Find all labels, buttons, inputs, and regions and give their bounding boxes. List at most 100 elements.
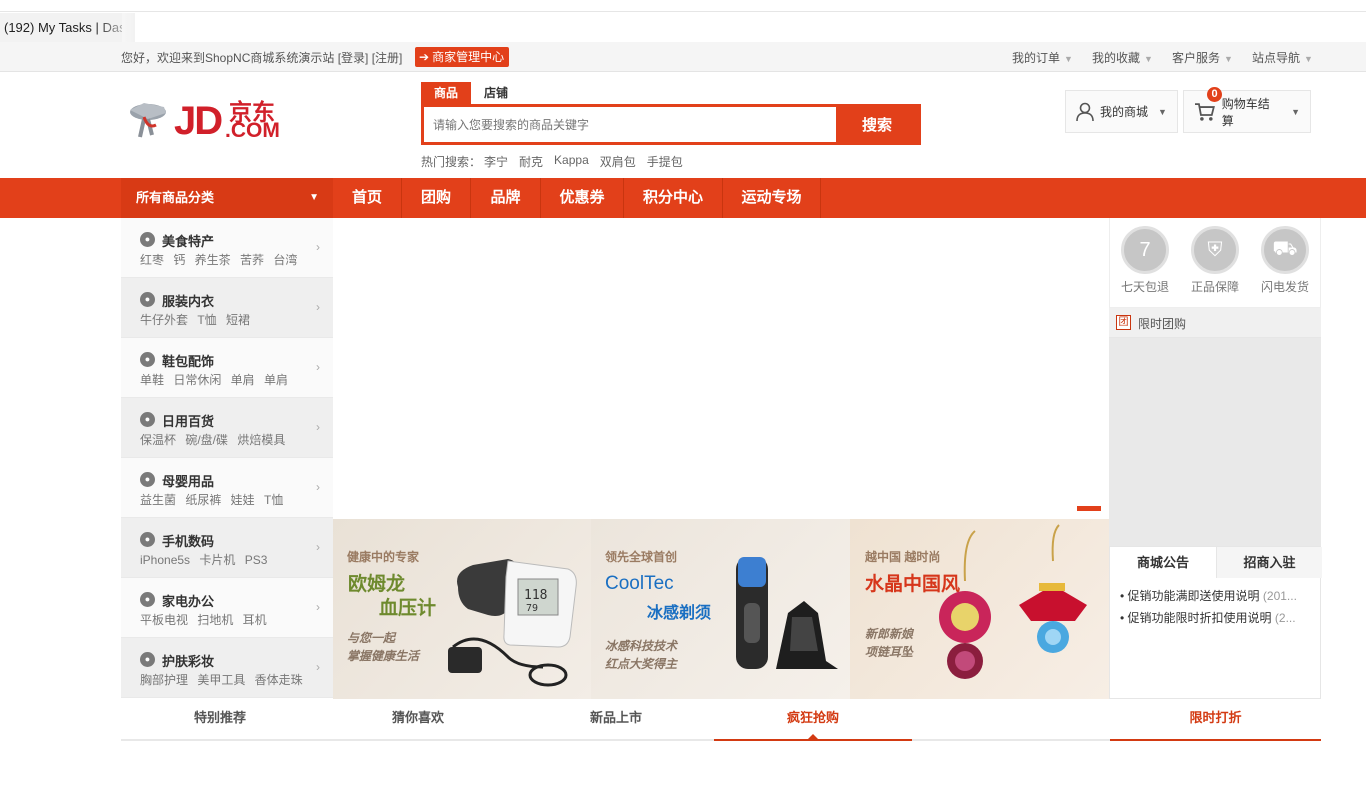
dog-mascot-icon: [130, 103, 166, 138]
promo-cooltec[interactable]: 领先全球首创 CoolTec 冰感剃须 冰感科技技术 红点大奖得主: [591, 519, 850, 699]
category-item-bags[interactable]: ● 鞋包配饰 单鞋 日常休闲 单肩 单肩 ›: [121, 338, 333, 398]
truck-icon: ⛟: [1261, 226, 1309, 274]
hot-keyword[interactable]: 手提包: [647, 153, 683, 170]
browser-tab-fade: [95, 13, 135, 42]
search-tab-shops[interactable]: 店铺: [471, 82, 521, 104]
category-subs[interactable]: iPhone5s 卡片机 PS3: [140, 551, 267, 568]
jd-logo[interactable]: JD 京东 .COM: [126, 95, 296, 145]
service-label: 正品保障: [1190, 280, 1239, 294]
category-subs[interactable]: 红枣 钙 养生茶 苦荞 台湾: [140, 251, 297, 268]
cart-button[interactable]: 购物车结算 ▼: [1183, 90, 1311, 133]
tab-featured[interactable]: 特别推荐: [121, 698, 319, 739]
hot-keyword[interactable]: 李宁: [484, 153, 508, 170]
banner-indicator[interactable]: [1077, 506, 1101, 511]
promo-product: 血压计: [379, 598, 437, 619]
chevron-right-icon: ›: [316, 540, 320, 554]
chevron-right-icon: ›: [316, 360, 320, 374]
category-item-food[interactable]: ● 美食特产 红枣 钙 养生茶 苦荞 台湾 ›: [121, 218, 333, 278]
category-item-cosmetics[interactable]: ● 护肤彩妆 胸部护理 美甲工具 香体走珠 ›: [121, 638, 333, 698]
phone-icon: ●: [140, 532, 155, 547]
svg-text:118: 118: [524, 588, 547, 603]
promo-omron[interactable]: 健康中的专家 欧姆龙 血压计 与您一起 掌握健康生活 118 79: [333, 519, 591, 699]
nav-item-brand[interactable]: 品牌: [471, 178, 541, 218]
my-mall-button[interactable]: 我的商城 ▼: [1065, 90, 1178, 133]
chevron-right-icon: ›: [316, 600, 320, 614]
chevron-down-icon: ▼: [1224, 54, 1233, 64]
chevron-down-icon: ▼: [309, 192, 319, 203]
service-seven-day-return[interactable]: 7 七天包退: [1115, 226, 1175, 295]
category-subs[interactable]: 益生菌 纸尿裤 娃娃 T恤: [140, 491, 283, 508]
category-item-appliances[interactable]: ● 家电办公 平板电视 扫地机 耳机 ›: [121, 578, 333, 638]
category-item-clothes[interactable]: ● 服装内衣 牛仔外套 T恤 短裙 ›: [121, 278, 333, 338]
tab-mall-notice[interactable]: 商城公告: [1110, 547, 1216, 578]
blood-pressure-monitor-image: 118 79: [448, 559, 577, 687]
notice-item[interactable]: • 促销功能满即送使用说明 (201...: [1110, 587, 1320, 609]
login-arrow-icon: ➔: [419, 50, 430, 64]
category-item-daily[interactable]: ● 日用百货 保温杯 碗/盘/碟 烘焙模具 ›: [121, 398, 333, 458]
appliance-icon: ●: [140, 592, 155, 607]
nav-item-points[interactable]: 积分中心: [624, 178, 723, 218]
tab-limited-discount[interactable]: 限时打折: [1110, 698, 1321, 741]
site-nav-link[interactable]: 站点导航 ▼: [1252, 49, 1313, 66]
service-fast-delivery[interactable]: ⛟ 闪电发货: [1255, 226, 1315, 295]
nav-item-home[interactable]: 首页: [333, 178, 402, 218]
notice-item[interactable]: • 促销功能限时折扣使用说明 (2...: [1110, 609, 1320, 631]
category-subs[interactable]: 保温杯 碗/盘/碟 烘焙模具: [140, 431, 285, 448]
group-buy-panel: [1109, 338, 1321, 546]
service-authentic[interactable]: ⛨ 正品保障: [1185, 226, 1245, 295]
nav-item-sports[interactable]: 运动专场: [723, 178, 821, 218]
all-categories-button[interactable]: 所有商品分类 ▼: [121, 178, 333, 218]
nav-item-coupons[interactable]: 优惠券: [541, 178, 624, 218]
category-item-phones[interactable]: ● 手机数码 iPhone5s 卡片机 PS3 ›: [121, 518, 333, 578]
promo-tagline: 健康中的专家: [347, 550, 420, 564]
hot-keyword[interactable]: 耐克: [519, 153, 543, 170]
category-title: 母婴用品: [162, 474, 215, 489]
chevron-right-icon: ›: [316, 240, 320, 254]
category-item-baby[interactable]: ● 母婴用品 益生菌 纸尿裤 娃娃 T恤 ›: [121, 458, 333, 518]
hot-keyword[interactable]: Kappa: [554, 153, 589, 170]
notice-list: • 促销功能满即送使用说明 (201... • 促销功能限时折扣使用说明 (2.…: [1109, 578, 1321, 699]
notice-tabs: 商城公告 招商入驻: [1109, 546, 1322, 578]
tab-guess-you-like[interactable]: 猜你喜欢: [319, 698, 517, 739]
promo-slogan-1: 冰感科技技术: [605, 639, 678, 653]
category-subs[interactable]: 平板电视 扫地机 耳机: [140, 611, 267, 628]
group-buy-label: 限时团购: [1138, 317, 1187, 331]
shield-icon: ⛨: [1191, 226, 1239, 274]
my-favorites-link[interactable]: 我的收藏 ▼: [1092, 49, 1153, 66]
chevron-right-icon: ›: [316, 300, 320, 314]
my-orders-link[interactable]: 我的订单 ▼: [1012, 49, 1073, 66]
welcome-text[interactable]: 您好，欢迎来到ShopNC商城系统演示站 [登录] [注册]: [121, 49, 402, 66]
tab-flash-sale[interactable]: 疯狂抢购: [714, 698, 912, 741]
tab-merchant-join[interactable]: 招商入驻: [1216, 547, 1322, 578]
category-title: 护肤彩妆: [162, 654, 215, 669]
promo-crystal[interactable]: 越中国 越时尚 水晶中国风 新郎新娘 项链耳坠: [850, 519, 1109, 699]
hot-keyword[interactable]: 双肩包: [600, 153, 636, 170]
bag-icon: ●: [140, 352, 155, 367]
main-banner[interactable]: [333, 218, 1109, 519]
svg-text:79: 79: [526, 603, 538, 614]
nav-item-groupbuy[interactable]: 团购: [402, 178, 471, 218]
group-buy-header[interactable]: 团 限时团购: [1109, 308, 1321, 338]
tab-new-arrivals[interactable]: 新品上市: [517, 698, 715, 739]
category-subs[interactable]: 单鞋 日常休闲 单肩 单肩: [140, 371, 288, 388]
logo-jd-text: JD: [174, 99, 223, 143]
chevron-down-icon: ▼: [1304, 54, 1313, 64]
chevron-right-icon: ›: [316, 660, 320, 674]
search-button[interactable]: 搜索: [836, 104, 918, 145]
clothes-icon: ●: [140, 292, 155, 307]
chevron-down-icon: ▼: [1158, 106, 1167, 117]
category-title: 家电办公: [162, 594, 215, 609]
customer-service-link[interactable]: 客户服务 ▼: [1172, 49, 1233, 66]
merchant-center-button[interactable]: ➔ 商家管理中心: [415, 47, 510, 67]
browser-top-strip: [0, 0, 1366, 12]
search-tab-goods[interactable]: 商品: [421, 82, 472, 104]
earring-image: [939, 524, 1087, 679]
search-input[interactable]: [424, 107, 840, 142]
promo-slogan-2: 项链耳坠: [865, 645, 914, 659]
site-topbar: 您好，欢迎来到ShopNC商城系统演示站 [登录] [注册] ➔ 商家管理中心 …: [0, 42, 1366, 72]
category-subs[interactable]: 胸部护理 美甲工具 香体走珠: [140, 671, 303, 688]
user-icon: [1076, 102, 1094, 121]
category-subs[interactable]: 牛仔外套 T恤 短裙: [140, 311, 250, 328]
seven-day-return-icon: 7: [1121, 226, 1169, 274]
category-title: 日用百货: [162, 414, 215, 429]
